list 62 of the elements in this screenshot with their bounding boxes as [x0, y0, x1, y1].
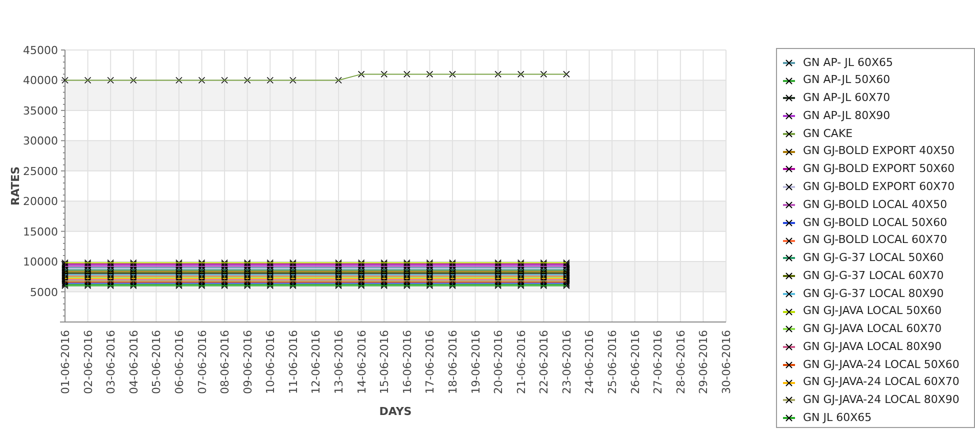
x-tick-label: 05-06-2016: [150, 330, 164, 394]
x-tick-label: 15-06-2016: [378, 330, 392, 394]
legend-label: GN GJ-BOLD LOCAL 60X70: [803, 232, 948, 248]
y-axis-title: RATES: [9, 166, 22, 206]
x-tick-label: 26-06-2016: [628, 330, 642, 394]
x-tick-label: 03-06-2016: [104, 330, 118, 394]
y-tick-label: 10000: [23, 256, 58, 269]
legend-label: GN JL 60X65: [803, 410, 872, 426]
y-tick-label: 35000: [23, 104, 58, 118]
legend-label: GN CAKE: [803, 126, 853, 142]
legend-label: GN GJ-BOLD LOCAL 40X50: [803, 196, 948, 213]
y-tick-label: 5000: [30, 286, 58, 299]
legend-label: GN GJ-G-37 LOCAL 80X90: [803, 286, 944, 302]
x-tick-label: 01-06-2016: [59, 330, 72, 394]
x-tick-label: 10-06-2016: [264, 330, 278, 394]
legend-label: GN GJ-JAVA LOCAL 80X90: [803, 338, 942, 355]
x-tick-label: 13-06-2016: [332, 330, 346, 394]
y-tick-label: 40000: [23, 74, 58, 88]
x-tick-label: 21-06-2016: [514, 330, 528, 394]
legend-label: GN AP-JL 80X90: [803, 108, 890, 124]
legend-label: GN GJ-G-37 LOCAL 50X60: [803, 250, 944, 266]
legend-label: GN AP-JL 60X70: [803, 90, 890, 106]
legend-label: GN GJ-JAVA-24 LOCAL 80X90: [803, 392, 960, 408]
legend-label: GN AP- JL 60X65: [803, 54, 894, 71]
legend-label: GN AP-JL 50X60: [803, 72, 890, 88]
legend-label: GN GJ-JAVA LOCAL 50X60: [803, 303, 942, 320]
x-tick-label: 08-06-2016: [218, 330, 232, 394]
legend-label: GN GJ-G-37 LOCAL 60X70: [803, 268, 944, 284]
x-tick-label: 20-06-2016: [492, 330, 506, 394]
x-tick-label: 23-06-2016: [560, 330, 574, 394]
x-tick-label: 29-06-2016: [697, 330, 710, 394]
y-tick-label: 20000: [23, 195, 58, 208]
x-tick-label: 17-06-2016: [424, 330, 437, 394]
x-tick-label: 18-06-2016: [446, 330, 460, 394]
y-tick-label: 25000: [23, 164, 58, 178]
x-axis-title: DAYS: [379, 405, 412, 418]
legend-label: GN GJ-BOLD EXPORT 60X70: [803, 178, 955, 195]
x-tick-label: 28-06-2016: [674, 330, 688, 394]
y-tick-label: 30000: [23, 134, 58, 148]
x-tick-label: 25-06-2016: [606, 330, 620, 394]
legend-label: GN GJ-BOLD EXPORT 50X60: [803, 161, 955, 178]
x-tick-label: 24-06-2016: [583, 330, 596, 394]
x-tick-label: 06-06-2016: [172, 330, 186, 394]
legend-label: GN GJ-BOLD EXPORT 40X50: [803, 143, 955, 160]
x-tick-label: 27-06-2016: [652, 330, 665, 394]
legend-label: GN GJ-JAVA LOCAL 60X70: [803, 321, 942, 338]
x-tick-label: 04-06-2016: [127, 330, 140, 394]
x-tick-label: 19-06-2016: [469, 330, 482, 394]
y-tick-label: 45000: [23, 44, 58, 57]
x-tick-label: 12-06-2016: [310, 330, 323, 394]
x-tick-label: 30-06-2016: [720, 330, 733, 394]
x-tick-label: 16-06-2016: [400, 330, 414, 394]
legend-label: GN GJ-BOLD LOCAL 50X60: [803, 214, 948, 231]
y-tick-label: 15000: [23, 225, 58, 238]
x-tick-label: 07-06-2016: [196, 330, 209, 394]
legend-label: GN GJ-JAVA-24 LOCAL 50X60: [803, 356, 960, 373]
x-tick-label: 11-06-2016: [286, 330, 300, 394]
x-tick-label: 02-06-2016: [82, 330, 95, 394]
legend-label: GN GJ-JAVA-24 LOCAL 60X70: [803, 374, 960, 390]
x-tick-label: 09-06-2016: [241, 330, 254, 394]
x-tick-label: 22-06-2016: [538, 330, 551, 394]
x-tick-label: 14-06-2016: [355, 330, 368, 394]
